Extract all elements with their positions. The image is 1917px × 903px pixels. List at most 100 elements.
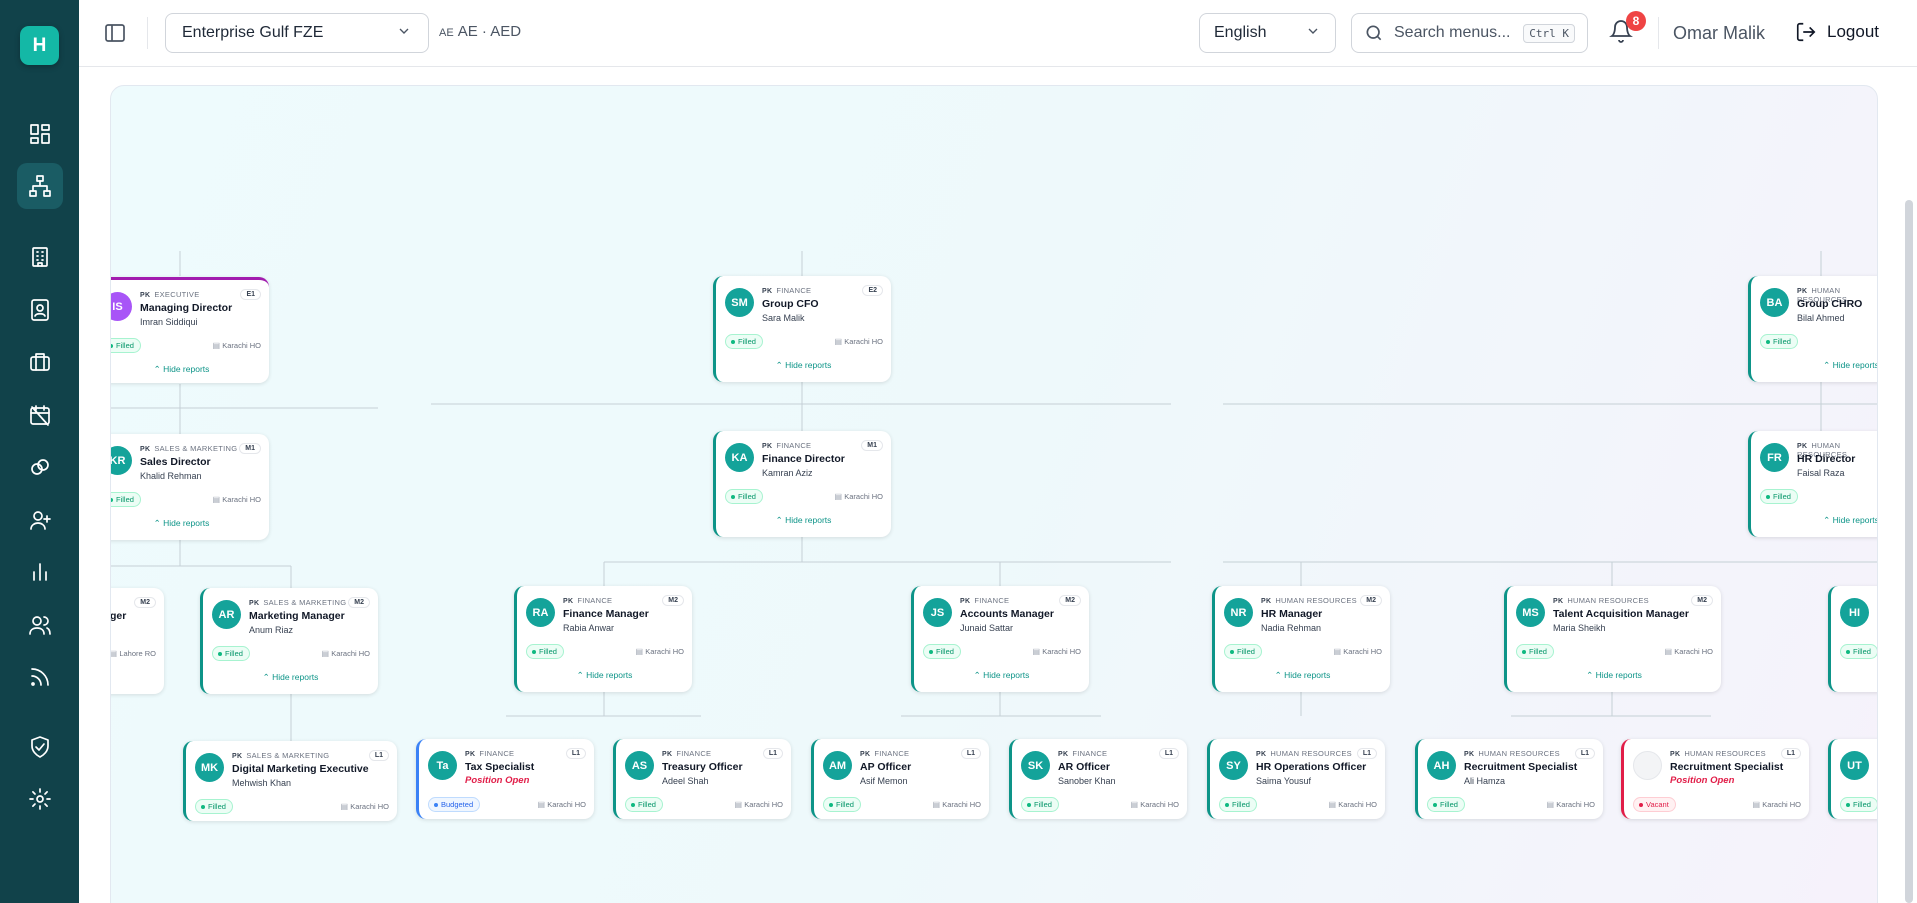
org-card-hr-director[interactable]: FR PK HUMAN RESOURCES HR Director Faisal … bbox=[1748, 431, 1877, 537]
location-label: Karachi HO bbox=[834, 337, 883, 346]
location-label: Lahore RO bbox=[111, 649, 156, 658]
card-meta: PK FINANCE bbox=[762, 286, 812, 295]
position-open-label: Position Open bbox=[1670, 775, 1735, 786]
hide-reports-button[interactable]: ⌃ Hide reports bbox=[716, 360, 891, 371]
menu-search-input[interactable]: Search menus... Ctrl K bbox=[1351, 13, 1588, 53]
hide-reports-button[interactable]: ⌃ Hide reports bbox=[1811, 360, 1877, 371]
hide-reports-button[interactable]: ⌃ Hide reports bbox=[203, 672, 378, 683]
notification-count-badge: 8 bbox=[1626, 11, 1646, 31]
sidebar-item-employees[interactable] bbox=[17, 287, 63, 333]
org-card-treasury-officer[interactable]: AS PK FINANCE L1 Treasury Officer Adeel S… bbox=[613, 739, 791, 819]
org-card-partial-manager[interactable]: M2 ger Lahore RO bbox=[111, 588, 164, 694]
status-badge: Filled bbox=[1840, 644, 1877, 659]
org-card-hr-manager[interactable]: NR PK HUMAN RESOURCES M2 HR Manager Nadia… bbox=[1212, 586, 1390, 692]
employee-name: Bilal Ahmed bbox=[1797, 313, 1845, 323]
status-badge: Filled bbox=[212, 646, 250, 661]
app-logo[interactable]: H bbox=[20, 26, 59, 65]
language-select[interactable]: English bbox=[1199, 13, 1336, 53]
org-card-finance-director[interactable]: KA PK FINANCE M1 Finance Director Kamran … bbox=[713, 431, 891, 537]
org-card-partial-hi[interactable]: HI Filled bbox=[1828, 586, 1877, 692]
position-title: HR Operations Officer bbox=[1256, 761, 1367, 773]
hide-reports-button[interactable]: ⌃ Hide reports bbox=[111, 364, 269, 375]
level-badge: M2 bbox=[1059, 595, 1081, 606]
org-card-group-cfo[interactable]: SM PK FINANCE E2 Group CFO Sara Malik Fil… bbox=[713, 276, 891, 382]
sidebar-toggle-button[interactable] bbox=[103, 21, 127, 45]
avatar: SK bbox=[1021, 751, 1050, 780]
org-card-talent-acquisition-manager[interactable]: MS PK HUMAN RESOURCES M2 Talent Acquisiti… bbox=[1504, 586, 1721, 692]
hide-reports-button[interactable]: ⌃ Hide reports bbox=[914, 670, 1089, 681]
position-title: Finance Director bbox=[762, 453, 845, 465]
hide-reports-button[interactable]: ⌃ Hide reports bbox=[517, 670, 692, 681]
level-badge: L1 bbox=[1356, 748, 1377, 759]
avatar: FR bbox=[1760, 443, 1789, 472]
chevron-down-icon bbox=[1305, 23, 1321, 44]
org-card-group-chro[interactable]: BA PK HUMAN RESOURCES Group CHRO Bilal Ah… bbox=[1748, 276, 1877, 382]
sidebar-item-recruitment[interactable] bbox=[17, 497, 63, 543]
status-badge: Filled bbox=[1516, 644, 1554, 659]
status-badge: Filled bbox=[526, 644, 564, 659]
hide-reports-button[interactable]: ⌃ Hide reports bbox=[716, 515, 891, 526]
position-title: Marketing Manager bbox=[249, 610, 345, 622]
avatar: RA bbox=[526, 598, 555, 627]
org-card-accounts-manager[interactable]: JS PK FINANCE M2 Accounts Manager Junaid … bbox=[911, 586, 1089, 692]
status-badge: Filled bbox=[195, 799, 233, 814]
vacant-avatar bbox=[1633, 751, 1662, 780]
org-card-recruitment-specialist-vacant[interactable]: PK HUMAN RESOURCES L1 Recruitment Special… bbox=[1621, 739, 1809, 819]
position-title: Recruitment Specialist bbox=[1464, 761, 1578, 773]
chevron-down-icon bbox=[396, 23, 412, 44]
sidebar-item-feed[interactable] bbox=[17, 654, 63, 700]
company-select[interactable]: Enterprise Gulf FZE bbox=[165, 13, 429, 53]
card-meta: PK FINANCE bbox=[465, 749, 515, 758]
status-badge: Filled bbox=[111, 338, 141, 353]
sidebar-item-reports[interactable] bbox=[17, 549, 63, 595]
sidebar-item-settings[interactable] bbox=[17, 776, 63, 822]
sidebar-item-integrations[interactable] bbox=[17, 444, 63, 490]
employee-name: Anum Riaz bbox=[249, 625, 294, 635]
sidebar-item-positions[interactable] bbox=[17, 339, 63, 385]
sidebar-item-org-chart[interactable] bbox=[17, 163, 63, 209]
avatar: UT bbox=[1840, 751, 1869, 780]
hide-reports-button[interactable]: ⌃ Hide reports bbox=[111, 518, 269, 529]
location-label: Karachi HO bbox=[212, 495, 261, 504]
position-title: AR Officer bbox=[1058, 761, 1110, 773]
org-card-tax-specialist[interactable]: Ta PK FINANCE L1 Tax Specialist Position … bbox=[416, 739, 594, 819]
card-meta: PK HUMAN RESOURCES bbox=[1553, 596, 1649, 605]
user-name[interactable]: Omar Malik bbox=[1673, 23, 1765, 44]
position-title: Digital Marketing Executive bbox=[232, 763, 369, 775]
hide-reports-button[interactable]: ⌃ Hide reports bbox=[1507, 670, 1721, 681]
sidebar-item-security[interactable] bbox=[17, 724, 63, 770]
avatar: AS bbox=[625, 751, 654, 780]
avatar: IS bbox=[111, 292, 132, 321]
org-card-ap-officer[interactable]: AM PK FINANCE L1 AP Officer Asif Memon Fi… bbox=[811, 739, 989, 819]
company-select-value: Enterprise Gulf FZE bbox=[182, 24, 324, 41]
org-card-digital-marketing-executive[interactable]: MK PK SALES & MARKETING L1 Digital Market… bbox=[183, 741, 397, 821]
sidebar-item-leave[interactable] bbox=[17, 392, 63, 438]
employee-name: Sanober Khan bbox=[1058, 776, 1116, 786]
org-card-managing-director[interactable]: IS PK EXECUTIVE E1 Managing Director Imra… bbox=[111, 277, 269, 383]
avatar: BA bbox=[1760, 288, 1789, 317]
header-divider bbox=[147, 17, 148, 49]
org-card-marketing-manager[interactable]: AR PK SALES & MARKETING M2 Marketing Mana… bbox=[200, 588, 378, 694]
org-chart-canvas[interactable]: IS PK EXECUTIVE E1 Managing Director Imra… bbox=[110, 85, 1878, 903]
hide-reports-button[interactable]: ⌃ Hide reports bbox=[1215, 670, 1390, 681]
status-badge: Filled bbox=[1219, 797, 1257, 812]
sidebar-item-dashboard[interactable] bbox=[17, 111, 63, 157]
org-card-finance-manager[interactable]: RA PK FINANCE M2 Finance Manager Rabia An… bbox=[514, 586, 692, 692]
level-badge: L1 bbox=[368, 750, 389, 761]
org-card-ar-officer[interactable]: SK PK FINANCE L1 AR Officer Sanober Khan … bbox=[1009, 739, 1187, 819]
card-meta: PK HUMAN RESOURCES bbox=[1261, 596, 1357, 605]
logout-button[interactable]: Logout bbox=[1795, 21, 1879, 43]
org-card-hr-operations-officer[interactable]: SY PK HUMAN RESOURCES L1 HR Operations Of… bbox=[1207, 739, 1385, 819]
org-card-sales-director[interactable]: KR PK SALES & MARKETING M1 Sales Director… bbox=[111, 434, 269, 540]
org-card-partial-ut[interactable]: UT Filled bbox=[1828, 739, 1877, 819]
settings-icon bbox=[29, 788, 51, 810]
sidebar-item-companies[interactable] bbox=[17, 234, 63, 280]
sidebar-item-teams[interactable] bbox=[17, 602, 63, 648]
building-icon bbox=[32, 247, 48, 267]
briefcase-icon bbox=[30, 353, 50, 371]
location-label: Karachi HO bbox=[1032, 647, 1081, 656]
vertical-scrollbar[interactable] bbox=[1905, 200, 1913, 903]
org-card-recruitment-specialist[interactable]: AH PK HUMAN RESOURCES L1 Recruitment Spec… bbox=[1415, 739, 1603, 819]
hide-reports-button[interactable]: ⌃ Hide reports bbox=[1811, 515, 1877, 526]
status-badge: Vacant bbox=[1633, 797, 1676, 812]
